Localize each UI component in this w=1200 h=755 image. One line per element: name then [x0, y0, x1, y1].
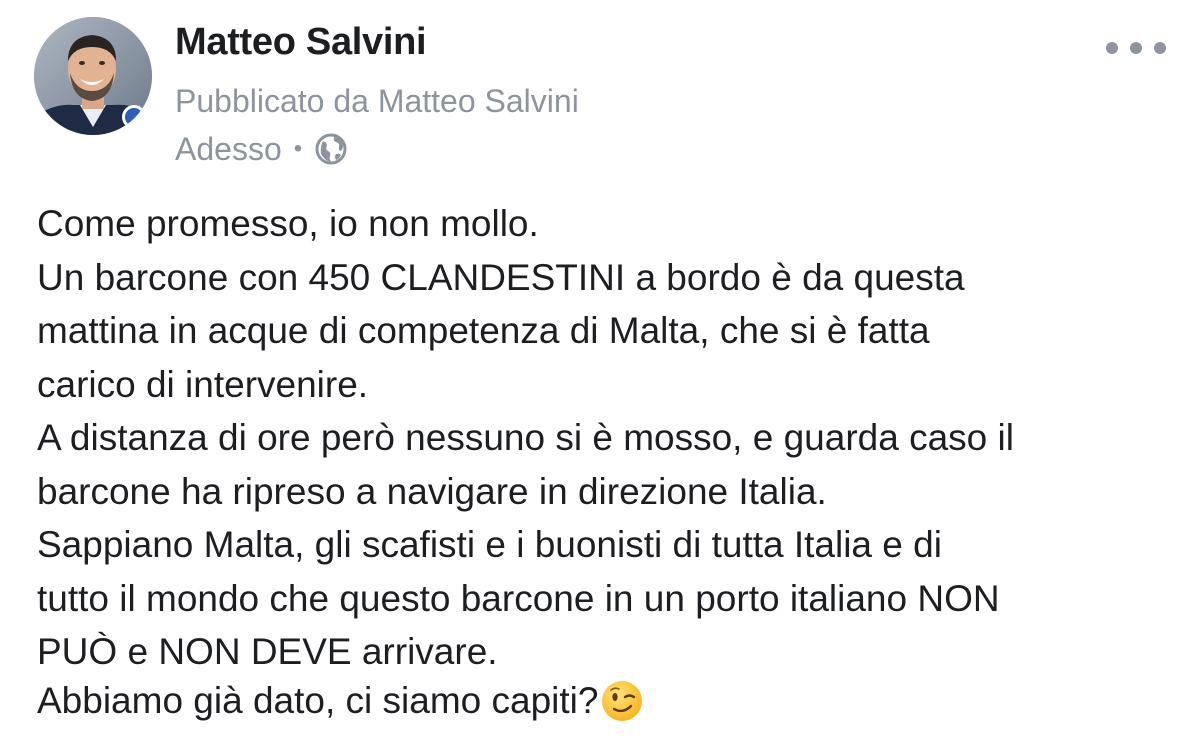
published-by-label: Pubblicato da Matteo Salvini [175, 83, 579, 119]
more-options-icon-dot [1130, 42, 1142, 54]
avatar[interactable] [34, 17, 152, 135]
post-meta: Adesso • [175, 128, 348, 170]
more-options-button[interactable] [1106, 30, 1166, 66]
post-paragraph: Come promesso, io non mollo. Un barcone … [37, 203, 1014, 672]
winking-face-emoji [600, 679, 644, 723]
meta-separator: • [293, 135, 303, 162]
facebook-post: Matteo Salvini Pubblicato da Matteo Salv… [0, 0, 1200, 755]
timestamp[interactable]: Adesso [175, 131, 282, 168]
closing-text: Abbiamo già dato, ci siamo capiti? [37, 680, 599, 721]
author-name[interactable]: Matteo Salvini [175, 18, 427, 66]
more-options-icon-dot [1154, 42, 1166, 54]
more-options-icon [1106, 42, 1118, 54]
avatar-photo [34, 17, 152, 135]
post-body: Come promesso, io non mollo. Un barcone … [37, 197, 1167, 679]
globe-icon[interactable] [314, 132, 348, 166]
post-closing-line: Abbiamo già dato, ci siamo capiti? [37, 676, 644, 726]
